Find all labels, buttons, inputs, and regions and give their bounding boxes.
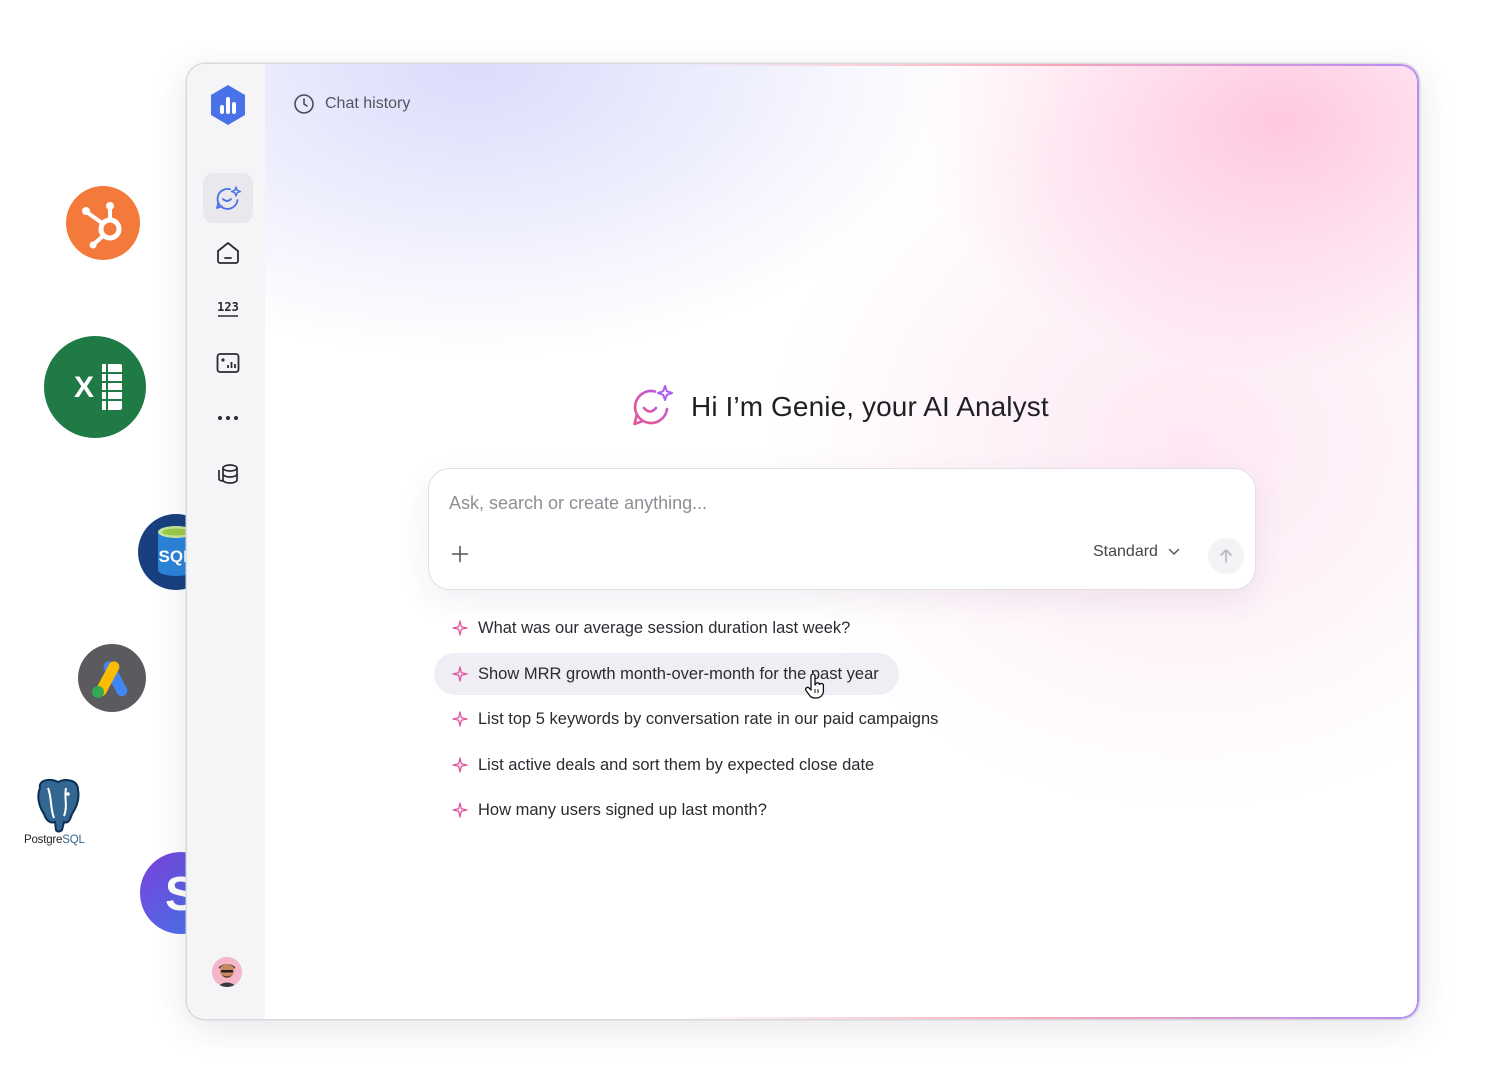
excel-logo-icon: X [44,336,146,438]
chat-history-label: Chat history [325,95,411,112]
mode-select[interactable]: Standard [1093,543,1180,561]
mode-select-value: Standard [1093,543,1158,560]
google-ads-logo-icon [78,644,146,712]
add-attachment-button[interactable] [447,541,473,567]
main-content: Chat history Hi I’m Genie, your AI Analy… [265,64,1419,1019]
excel-letter: X [74,371,94,404]
suggestion-item[interactable]: List active deals and sort them by expec… [434,744,894,786]
sidebar-item-home[interactable] [203,228,253,278]
suggestion-item[interactable]: List top 5 keywords by conversation rate… [434,698,958,740]
app-window: 123 Chat history Hi I’m Genie, your AI A… [187,64,1419,1019]
greeting: Hi I’m Genie, your AI Analyst [629,384,1049,430]
sidebar-item-data-sources[interactable] [203,448,253,498]
hand-pointer-icon [805,674,825,699]
plus-icon [451,545,469,563]
sparkle-icon [452,802,468,818]
sidebar-item-metrics[interactable]: 123 [203,283,253,333]
bar-chart-logo-icon[interactable] [209,84,247,126]
chevron-down-icon [1168,548,1180,556]
sparkle-icon [452,757,468,773]
avatar[interactable] [212,957,242,987]
postgres-wordmark-part2: SQL [62,834,85,846]
postgres-wordmark-part1: Postgre [24,834,63,846]
sidebar-item-more[interactable] [203,393,253,443]
suggestion-item[interactable]: What was our average session duration la… [434,607,870,649]
sparkle-icon [452,711,468,727]
suggestion-text: What was our average session duration la… [478,618,851,637]
composer: Standard [428,468,1256,590]
send-button[interactable] [1208,538,1244,574]
more-dots-icon [218,416,238,420]
suggestion-text: How many users signed up last month? [478,800,767,819]
suggestion-item[interactable]: Show MRR growth month-over-month for the… [434,653,899,695]
sparkle-icon [452,620,468,636]
numbers-123-icon: 123 [217,300,239,317]
home-icon [217,242,239,264]
clock-icon [294,94,314,114]
sidebar-item-genie-chat[interactable] [203,173,253,223]
sparkle-icon [452,666,468,682]
sidebar-item-dashboards[interactable] [203,338,253,388]
svg-text:123: 123 [217,300,239,314]
chat-history-button[interactable]: Chat history [293,93,410,115]
hubspot-logo-icon [66,186,140,260]
arrow-up-icon [1220,549,1232,563]
sidebar: 123 [187,64,266,1019]
database-icon [218,464,238,484]
suggestion-item[interactable]: How many users signed up last month? [434,789,787,831]
dashboard-icon [216,353,240,373]
suggestion-text: List active deals and sort them by expec… [478,755,875,774]
genie-sparkle-icon [633,385,673,426]
suggestion-text: List top 5 keywords by conversation rate… [478,709,939,728]
greeting-title: Hi I’m Genie, your AI Analyst [691,391,1049,422]
ask-input[interactable] [447,487,1211,519]
chat-sparkle-icon [216,186,242,210]
postgresql-logo-icon: PostgreSQL [20,778,98,852]
